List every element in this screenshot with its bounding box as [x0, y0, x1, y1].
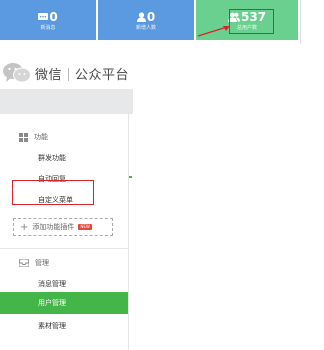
- sidebar-item-message-management[interactable]: 消息管理: [38, 279, 66, 289]
- content-edge-marker: [129, 176, 132, 178]
- section-manage-label: 管理: [35, 259, 49, 267]
- logo-separator: [68, 67, 70, 81]
- highlight-box-user-management: [12, 180, 94, 205]
- logo-brand: 微信: [35, 67, 63, 83]
- stat-value: 0: [146, 10, 156, 24]
- new-badge: NEW: [78, 224, 92, 230]
- section-function: 功能: [19, 130, 48, 144]
- message-icon: [38, 13, 49, 20]
- plus-icon: +: [20, 221, 29, 233]
- sidebar-item-user-management[interactable]: 用户管理: [0, 292, 128, 314]
- highlight-box-total-users: [229, 9, 274, 34]
- wechat-logo[interactable]: 微信 公众平台: [0, 60, 129, 86]
- inbox-icon: [19, 259, 29, 267]
- stat-card-new-followers[interactable]: 0 新增人数: [98, 0, 194, 40]
- sidebar-item-mass-send[interactable]: 群发功能: [38, 153, 66, 163]
- sidebar-item-material-management[interactable]: 素材管理: [38, 321, 66, 331]
- grid-icon: [19, 132, 28, 142]
- sidebar-item-label: 用户管理: [38, 299, 66, 307]
- stats-bar: 0 新消息 0 新增人数 537 总用户数: [0, 0, 324, 44]
- pointer-arrow: [197, 26, 230, 37]
- section-divider: [0, 248, 128, 249]
- stat-label: 新消息: [40, 25, 56, 31]
- section-manage: 管理: [19, 256, 49, 270]
- section-function-label: 功能: [34, 133, 48, 141]
- wechat-bubbles-icon: [3, 63, 31, 83]
- add-plugin-button[interactable]: + 添加功能插件 NEW: [13, 218, 113, 236]
- divider: [300, 0, 301, 44]
- stat-label: 新增人数: [135, 25, 156, 31]
- logo-product: 公众平台: [75, 67, 130, 83]
- user-icon: [136, 12, 146, 22]
- sidebar: 功能 群发功能 自动回复 自定义菜单 + 添加功能插件 NEW 管理 消息管理 …: [0, 114, 129, 350]
- stat-card-new-messages[interactable]: 0 新消息: [0, 0, 96, 40]
- sidebar-header-bar: [0, 89, 133, 114]
- add-plugin-label: 添加功能插件: [32, 223, 75, 231]
- stat-value: 0: [49, 10, 58, 24]
